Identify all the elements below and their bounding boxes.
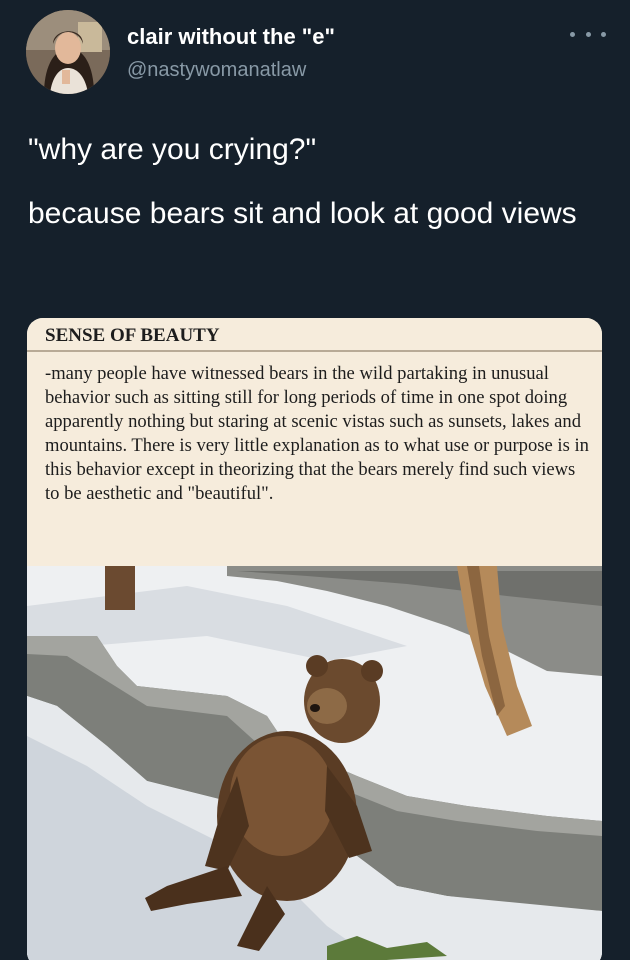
avatar[interactable] xyxy=(26,10,110,94)
card-divider xyxy=(27,350,602,352)
display-name[interactable]: clair without the "e" xyxy=(127,24,335,50)
tweet-text-line-1: "why are you crying?" xyxy=(28,133,317,166)
card-body: -many people have witnessed bears in the… xyxy=(45,363,589,505)
tweet-text-line-2: because bears sit and look at good views xyxy=(28,197,577,230)
avatar-image xyxy=(26,10,110,94)
card-title: SENSE OF BEAUTY xyxy=(45,325,220,346)
tweet: clair without the "e" @nastywomanatlaw "… xyxy=(0,0,630,960)
dot-icon xyxy=(601,31,606,37)
sense-of-beauty-card: SENSE OF BEAUTY -many people have witnes… xyxy=(27,318,602,566)
bear-photo xyxy=(27,566,602,960)
tweet-media[interactable]: SENSE OF BEAUTY -many people have witnes… xyxy=(27,318,602,960)
dot-icon xyxy=(570,31,575,37)
dot-icon xyxy=(585,31,591,37)
more-options-icon[interactable] xyxy=(570,24,606,44)
user-handle[interactable]: @nastywomanatlaw xyxy=(127,58,306,82)
